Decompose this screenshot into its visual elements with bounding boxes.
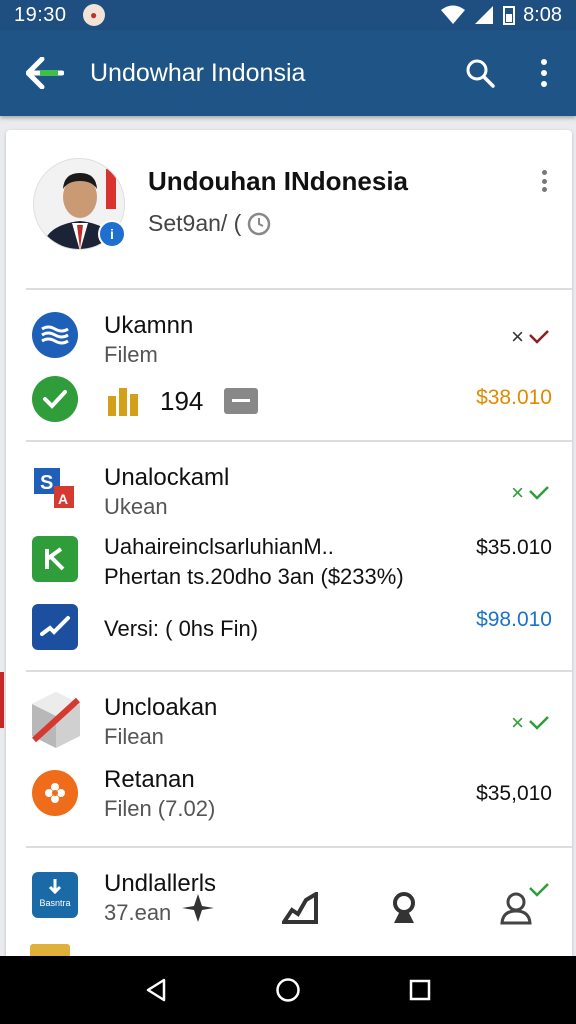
item-subtitle: Phertan ts.20dho 3an ($233%) xyxy=(104,564,404,589)
tab-shortcut-plane[interactable] xyxy=(178,888,218,928)
divider xyxy=(26,670,572,672)
item-price: $38.010 xyxy=(476,386,552,409)
reject-icon: × xyxy=(511,710,524,735)
svg-text:S: S xyxy=(40,472,53,494)
item-title[interactable]: Unalockaml xyxy=(104,464,229,492)
app-logo-icon: S A xyxy=(32,464,78,510)
stairs-icon xyxy=(282,892,318,924)
waves-icon xyxy=(32,312,78,358)
divider xyxy=(26,846,572,848)
bar-chart-icon xyxy=(106,384,142,416)
account-icon xyxy=(500,892,532,925)
item-version: Versi: ( 0hs Fin) xyxy=(104,616,259,641)
item-subtitle: Ukean xyxy=(104,494,168,519)
edge-accent xyxy=(0,672,4,728)
profile-subtitle: Set9an/ ( xyxy=(148,210,271,237)
cube-app-icon xyxy=(30,690,82,752)
send-app-icon xyxy=(32,604,78,650)
svg-text:A: A xyxy=(58,491,68,507)
back-button[interactable] xyxy=(0,30,90,116)
wifi-icon xyxy=(441,5,466,24)
divider xyxy=(26,440,572,442)
status-clock: 8:08 xyxy=(523,3,562,26)
check-icon xyxy=(529,486,549,500)
profile-header[interactable]: i Undouhan INdonesia Set9an/ ( xyxy=(6,130,572,288)
triangle-back-icon xyxy=(146,978,166,1002)
nav-home-button[interactable] xyxy=(268,970,308,1010)
bank-app-icon: Basntra xyxy=(32,872,78,918)
item-title[interactable]: Uncloakan xyxy=(104,694,217,722)
person-icon xyxy=(393,892,415,923)
divider xyxy=(26,288,572,290)
status-time: 19:30 xyxy=(14,3,67,26)
reject-icon: × xyxy=(511,324,524,349)
tab-shortcut-account[interactable] xyxy=(496,888,536,928)
item-subtitle: 37.ean xyxy=(104,900,172,925)
tab-shortcut-chart[interactable] xyxy=(280,888,320,928)
tab-shortcut-profile[interactable] xyxy=(384,888,424,928)
item-title[interactable]: Retanan xyxy=(104,766,195,794)
plane-icon xyxy=(182,894,214,922)
clock-icon xyxy=(248,212,271,235)
system-nav-bar xyxy=(0,956,576,1024)
check-icon xyxy=(529,716,549,730)
item-subtitle: Filem xyxy=(104,342,158,367)
bank-app-label: Basntra xyxy=(39,898,71,908)
item-title[interactable]: UahaireinclsarluhianM.. xyxy=(104,534,334,560)
battery-icon xyxy=(503,6,516,25)
item-price: $35.010 xyxy=(476,536,552,559)
app-title: Undowhar Indonsia xyxy=(90,58,306,87)
status-icons: 8:08 xyxy=(441,4,562,27)
k-app-icon xyxy=(32,536,78,582)
tag-icon xyxy=(224,388,258,414)
status-bar: 19:30 ● 8:08 xyxy=(0,0,576,30)
approve-reject-toggle[interactable]: × xyxy=(511,710,550,736)
reject-icon: × xyxy=(511,480,524,505)
item-subtitle: Filen (7.02) xyxy=(104,796,216,821)
nav-recents-button[interactable] xyxy=(400,970,440,1010)
item-price: $98.010 xyxy=(476,608,552,631)
flower-app-icon xyxy=(32,770,78,816)
content-card: i Undouhan INdonesia Set9an/ ( Ukamnn Fi… xyxy=(6,130,572,960)
profile-name: Undouhan INdonesia xyxy=(148,166,408,196)
item-price: $35,010 xyxy=(476,782,552,805)
signal-icon xyxy=(475,6,494,24)
search-button[interactable] xyxy=(448,30,512,116)
profile-subtitle-text: Set9an/ ( xyxy=(148,210,242,236)
nav-back-button[interactable] xyxy=(136,970,176,1010)
verified-badge-icon: i xyxy=(98,220,126,248)
profile-more-button[interactable] xyxy=(534,166,554,196)
app-bar: Undowhar Indonsia xyxy=(0,30,576,116)
item-title[interactable]: Ukamnn xyxy=(104,312,193,340)
more-vert-icon xyxy=(541,59,547,87)
circle-home-icon xyxy=(276,978,300,1002)
approve-reject-toggle[interactable]: × xyxy=(511,480,550,506)
notification-icon: ● xyxy=(82,4,105,26)
square-recents-icon xyxy=(409,979,431,1001)
back-arrow-icon xyxy=(26,57,64,89)
approve-reject-toggle[interactable]: × xyxy=(511,324,550,350)
item-subtitle: Filean xyxy=(104,724,164,749)
check-icon xyxy=(529,330,549,344)
check-circle-icon xyxy=(32,376,78,422)
search-icon xyxy=(466,59,495,88)
item-meta-value: 194 xyxy=(160,386,204,416)
more-button[interactable] xyxy=(512,30,576,116)
